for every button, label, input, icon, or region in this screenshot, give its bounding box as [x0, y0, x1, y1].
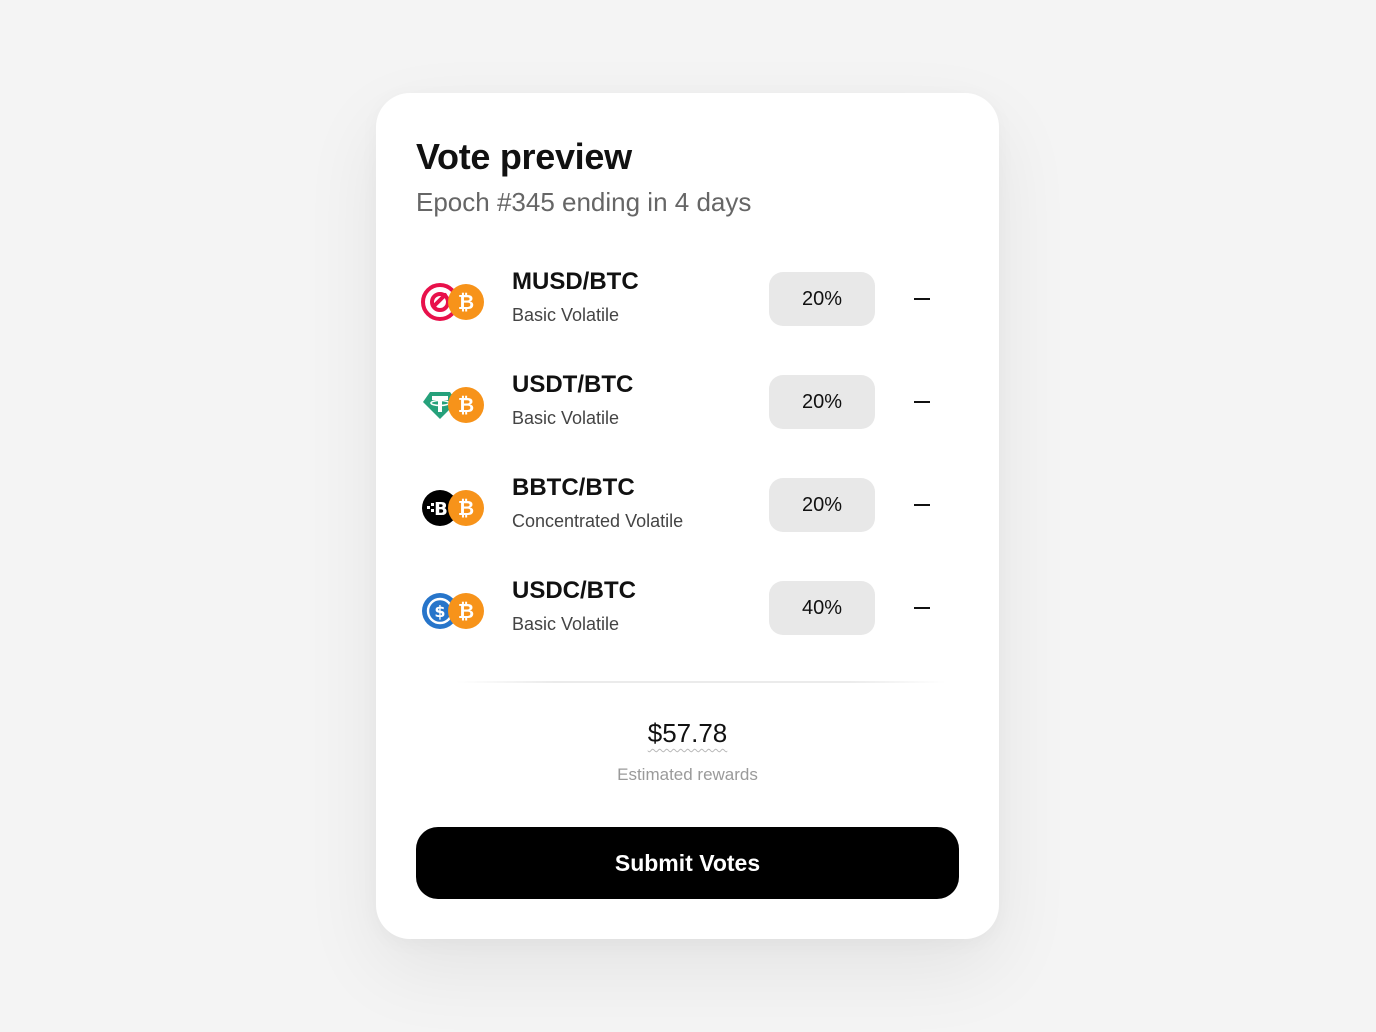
pool-type: Basic Volatile: [512, 305, 620, 325]
svg-text:B: B: [434, 499, 448, 520]
vote-weight-pill[interactable]: 20%: [769, 375, 875, 429]
epoch-subtitle: Epoch #345 ending in 4 days: [416, 187, 752, 217]
remove-pool-button[interactable]: [906, 489, 938, 521]
svg-text:₿: ₿: [458, 290, 474, 314]
svg-text:₿: ₿: [458, 393, 474, 417]
svg-text:₿: ₿: [458, 599, 474, 623]
pool-type: Basic Volatile: [512, 614, 620, 634]
vote-preview-card: Vote preview Epoch #345 ending in 4 days…: [376, 93, 999, 939]
minus-icon: [914, 607, 930, 609]
minus-icon: [914, 401, 930, 403]
pair-icons: ₿: [421, 386, 484, 426]
remove-pool-button[interactable]: [906, 283, 938, 315]
pool-type: Basic Volatile: [512, 408, 620, 428]
bitcoin-icon: ₿: [448, 593, 484, 629]
pool-row: ₿ MUSD/BTC Basic Volatile 20%: [416, 267, 959, 337]
remove-pool-button[interactable]: [906, 592, 938, 624]
svg-text:₿: ₿: [458, 496, 474, 520]
pool-pair-name: MUSD/BTC: [512, 268, 639, 295]
pool-pair-name: USDC/BTC: [512, 577, 636, 604]
pool-pair-name: USDT/BTC: [512, 371, 634, 398]
vote-weight-pill[interactable]: 20%: [769, 478, 875, 532]
minus-icon: [914, 298, 930, 300]
pool-row: $ ₿ USDC/BTC Basic Volatile 40%: [416, 576, 959, 646]
bitcoin-icon: ₿: [448, 284, 484, 320]
remove-pool-button[interactable]: [906, 386, 938, 418]
pool-row: ₿ USDT/BTC Basic Volatile 20%: [416, 370, 959, 440]
estimated-rewards-value-wrap: $57.78: [376, 716, 999, 750]
pair-icons: $ ₿: [421, 592, 484, 632]
vote-weight-pill[interactable]: 40%: [769, 581, 875, 635]
pair-icons: B ₿: [421, 489, 484, 529]
bitcoin-icon: ₿: [448, 387, 484, 423]
vote-weight-pill[interactable]: 20%: [769, 272, 875, 326]
estimated-rewards-value: $57.78: [647, 718, 728, 748]
card-title: Vote preview: [416, 136, 632, 177]
pool-pair-name: BBTC/BTC: [512, 474, 635, 501]
pool-row: B ₿ BBTC/BTC Concentrated Volatile 20%: [416, 473, 959, 543]
pool-type: Concentrated Volatile: [512, 511, 684, 531]
bitcoin-icon: ₿: [448, 490, 484, 526]
estimated-rewards-label: Estimated rewards: [617, 765, 758, 784]
pair-icons: ₿: [421, 283, 484, 323]
minus-icon: [914, 504, 930, 506]
svg-text:$: $: [434, 602, 445, 621]
submit-votes-button[interactable]: Submit Votes: [416, 827, 959, 899]
divider: [456, 681, 946, 683]
